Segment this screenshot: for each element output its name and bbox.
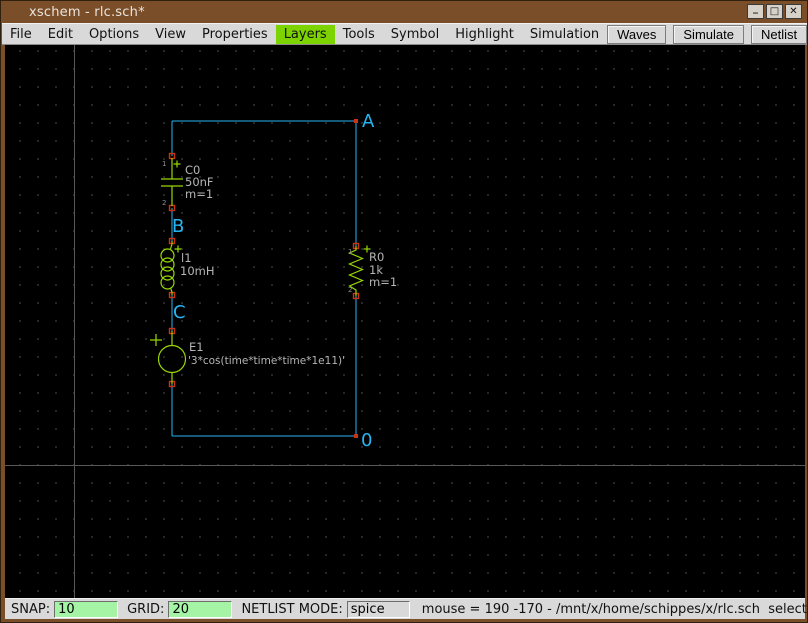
xschem-window: xschem - rlc.sch* _ □ ✕ File Edit Option… — [0, 0, 808, 623]
menu-properties[interactable]: Properties — [194, 25, 276, 44]
snap-input[interactable] — [54, 601, 118, 618]
menu-view[interactable]: View — [147, 25, 194, 44]
schematic-drawing[interactable] — [5, 45, 805, 598]
menu-layers[interactable]: Layers — [276, 25, 335, 44]
node-label-gnd[interactable]: 0 — [361, 432, 372, 450]
grid-label: GRID: — [127, 602, 164, 617]
menu-simulation[interactable]: Simulation — [522, 25, 607, 44]
snap-label: SNAP: — [11, 602, 50, 617]
resistor-pin2: 2 — [348, 284, 352, 296]
node-label-a[interactable]: A — [362, 113, 374, 131]
resistor-symbol[interactable] — [350, 246, 371, 297]
node-label-c[interactable]: C — [173, 304, 186, 322]
resistor-pin1: 1 — [348, 246, 352, 258]
capacitor-mult[interactable]: m=1 — [185, 188, 213, 200]
menu-highlight[interactable]: Highlight — [447, 25, 522, 44]
grid-input[interactable] — [168, 601, 232, 618]
maximize-icon[interactable]: □ — [766, 4, 783, 19]
netlist-button[interactable]: Netlist — [751, 25, 807, 44]
simulate-button[interactable]: Simulate — [673, 25, 744, 44]
window-controls: _ □ ✕ — [747, 4, 802, 19]
netlist-mode-label: NETLIST MODE: — [241, 602, 342, 617]
menu-tools[interactable]: Tools — [335, 25, 383, 44]
source-name[interactable]: E1 — [189, 341, 204, 353]
menu-symbol[interactable]: Symbol — [383, 25, 447, 44]
inductor-name[interactable]: l1 — [181, 252, 192, 264]
mouse-coordinates-text: mouse = 190 -170 - /mnt/x/home/schippes/… — [422, 602, 808, 617]
window-title: xschem - rlc.sch* — [29, 5, 145, 20]
capacitor-pin1: 1 — [162, 158, 166, 170]
node-label-b[interactable]: B — [172, 218, 184, 236]
status-bar: SNAP: GRID: NETLIST MODE: mouse = 190 -1… — [5, 598, 805, 619]
capacitor-pin2: 2 — [162, 197, 166, 209]
menu-edit[interactable]: Edit — [40, 25, 81, 44]
inductor-value[interactable]: 10mH — [180, 265, 214, 277]
netlist-mode-input[interactable] — [347, 601, 410, 618]
menu-file[interactable]: File — [2, 25, 40, 44]
close-icon[interactable]: ✕ — [785, 4, 802, 19]
waves-button[interactable]: Waves — [607, 25, 666, 44]
menu-bar: File Edit Options View Properties Layers… — [2, 23, 808, 45]
inductor-symbol[interactable] — [161, 241, 182, 295]
title-bar[interactable]: xschem - rlc.sch* _ □ ✕ — [1, 1, 807, 23]
resistor-name[interactable]: R0 — [369, 251, 384, 263]
source-value[interactable]: '3*cos(time*time*time*1e11)' — [188, 355, 345, 367]
schematic-canvas[interactable]: A B C 0 C0 50nF m=1 1 2 l1 10mH E1 '3*co… — [5, 45, 805, 598]
menu-options[interactable]: Options — [81, 25, 147, 44]
voltage-source-symbol[interactable] — [150, 331, 186, 384]
minimize-icon[interactable]: _ — [747, 4, 764, 19]
resistor-mult[interactable]: m=1 — [369, 276, 397, 288]
